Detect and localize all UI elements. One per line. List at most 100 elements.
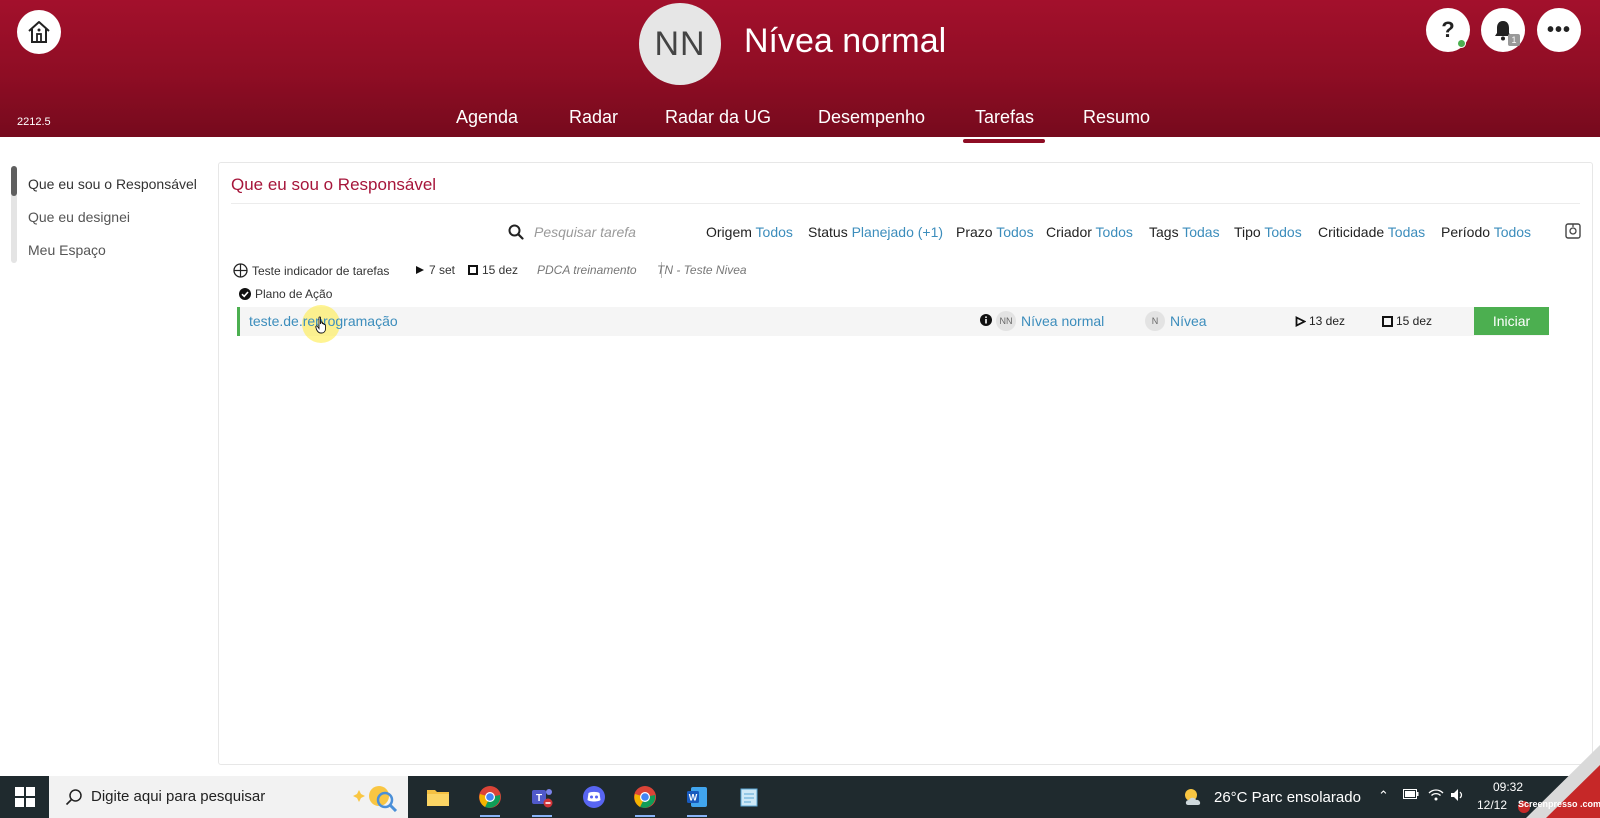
indicator[interactable]: Teste indicador de tarefas — [233, 263, 389, 278]
start-task-button[interactable]: Iniciar — [1474, 307, 1549, 335]
info-icon[interactable] — [980, 314, 992, 326]
taskbar-word[interactable]: W — [681, 781, 713, 817]
sidebar-active-marker — [11, 166, 17, 196]
filter-tipo[interactable]: Tipo Todos — [1234, 224, 1302, 240]
battery-icon[interactable] — [1403, 788, 1419, 800]
filter-prazo[interactable]: Prazo Todos — [956, 224, 1034, 240]
notepad-icon — [740, 788, 758, 807]
teams-icon: T — [532, 789, 553, 808]
task-start-text: 13 dez — [1309, 314, 1346, 328]
taskbar-chrome-2[interactable] — [629, 781, 661, 817]
creator-avatar: N — [1145, 311, 1165, 331]
taskbar-search-box[interactable]: Digite aqui para pesquisar — [49, 776, 408, 818]
sidebar-item-responsavel[interactable]: Que eu sou o Responsável — [28, 176, 197, 192]
chrome-icon — [634, 786, 656, 808]
folder-icon — [427, 790, 449, 806]
tasks-panel: Que eu sou o Responsável Origem Todos St… — [218, 162, 1593, 765]
windows-taskbar: Digite aqui para pesquisar T W 26°C Parc… — [0, 776, 1600, 818]
help-icon: ? — [1441, 17, 1455, 42]
sidebar-item-meu-espaco[interactable]: Meu Espaço — [28, 242, 106, 258]
chrome-icon — [479, 786, 501, 808]
running-indicator — [480, 815, 500, 817]
taskbar-chrome-1[interactable] — [474, 781, 506, 817]
filter-periodo-label: Período — [1441, 224, 1491, 240]
nav-desempenho[interactable]: Desempenho — [818, 107, 925, 128]
filter-status[interactable]: Status Planejado (+1) — [808, 224, 943, 240]
filter-prazo-label: Prazo — [956, 224, 993, 240]
nav-resumo[interactable]: Resumo — [1083, 107, 1150, 128]
filter-origem[interactable]: Origem Todos — [706, 224, 793, 240]
wifi-icon[interactable] — [1428, 788, 1444, 802]
filter-tags-label: Tags — [1149, 224, 1179, 240]
nav-radar[interactable]: Radar — [569, 107, 618, 128]
group-end-text: 15 dez — [482, 263, 519, 277]
action-plan-label: Plano de Ação — [239, 287, 332, 301]
filter-periodo[interactable]: Período Todos — [1441, 224, 1531, 240]
taskbar-teams[interactable]: T — [526, 781, 558, 817]
responsible-link[interactable]: Nívea normal — [1021, 313, 1104, 329]
group-start-text: 7 set — [429, 263, 456, 277]
filter-status-value: Planejado (+1) — [851, 224, 944, 240]
search-icon[interactable] — [508, 224, 524, 240]
weather-text: 26°C Parc ensolarado — [1214, 788, 1361, 806]
filter-criador-label: Criador — [1046, 224, 1092, 240]
filter-criticidade[interactable]: Criticidade Todas — [1318, 224, 1425, 240]
taskbar-notepad[interactable] — [733, 781, 765, 813]
notifications-button[interactable]: 1 — [1481, 8, 1525, 52]
home-button[interactable] — [17, 10, 61, 54]
responsible-avatar: NN — [996, 311, 1016, 331]
taskbar-discord[interactable] — [578, 781, 610, 813]
watermark-text: Screenpresso .com — [1518, 799, 1600, 809]
more-icon: ••• — [1546, 18, 1571, 41]
play-icon — [416, 266, 424, 274]
task-start-date: 13 dez — [1295, 314, 1345, 328]
nav-radar-ug[interactable]: Radar da UG — [665, 107, 771, 128]
action-plan-text: Plano de Ação — [255, 287, 333, 301]
volume-icon[interactable] — [1450, 788, 1466, 802]
active-tab-indicator — [963, 139, 1045, 143]
title-divider — [231, 203, 1580, 204]
tray-chevron-icon[interactable]: ⌃ — [1378, 788, 1389, 804]
home-icon — [28, 21, 50, 43]
task-end-date: 15 dez — [1382, 314, 1432, 328]
search-task-input[interactable] — [534, 221, 684, 243]
export-icon[interactable] — [1565, 223, 1581, 239]
check-circle-icon — [239, 288, 251, 300]
filter-criador[interactable]: Criador Todos — [1046, 224, 1133, 240]
clock-date[interactable]: 12/12 — [1477, 798, 1507, 812]
filter-tipo-label: Tipo — [1234, 224, 1261, 240]
creator-link[interactable]: Nívea — [1170, 313, 1207, 329]
unit-name: TN - Teste Nivea — [657, 263, 747, 277]
running-indicator — [532, 815, 552, 817]
more-options-button[interactable]: ••• — [1537, 8, 1581, 52]
user-avatar[interactable]: NN — [639, 3, 721, 85]
sidebar-item-designei[interactable]: Que eu designei — [28, 209, 130, 225]
group-start-date: 7 set — [415, 263, 455, 277]
discord-icon — [583, 786, 605, 808]
filter-status-label: Status — [808, 224, 848, 240]
filter-origem-label: Origem — [706, 224, 752, 240]
help-button[interactable]: ? — [1426, 8, 1470, 52]
partly-sunny-icon — [1185, 789, 1201, 805]
svg-text:W: W — [689, 793, 698, 803]
filter-tags[interactable]: Tags Todas — [1149, 224, 1220, 240]
task-end-text: 15 dez — [1396, 314, 1433, 328]
nav-tarefas[interactable]: Tarefas — [975, 107, 1034, 128]
windows-start-icon[interactable] — [15, 787, 35, 807]
hand-cursor-icon — [315, 316, 326, 334]
filter-origem-value: Todos — [755, 224, 793, 240]
crosshair-icon — [233, 263, 248, 278]
taskbar-file-explorer[interactable] — [422, 781, 454, 813]
user-name: Nívea normal — [744, 22, 947, 60]
filter-prazo-value: Todos — [996, 224, 1034, 240]
filter-tags-value: Todas — [1182, 224, 1220, 240]
svg-text:T: T — [536, 793, 542, 804]
filter-tipo-value: Todos — [1264, 224, 1302, 240]
page-title: Que eu sou o Responsável — [231, 175, 437, 194]
taskbar-weather[interactable]: 26°C Parc ensolarado — [1182, 787, 1361, 807]
filter-periodo-value: Todos — [1493, 224, 1532, 240]
nav-agenda[interactable]: Agenda — [456, 107, 518, 128]
online-status-dot — [1457, 39, 1466, 48]
filter-bar: Origem Todos Status Planejado (+1) Prazo… — [219, 221, 1592, 243]
task-row[interactable]: teste.de.reprogramação NN Nívea normal N… — [237, 305, 1549, 343]
